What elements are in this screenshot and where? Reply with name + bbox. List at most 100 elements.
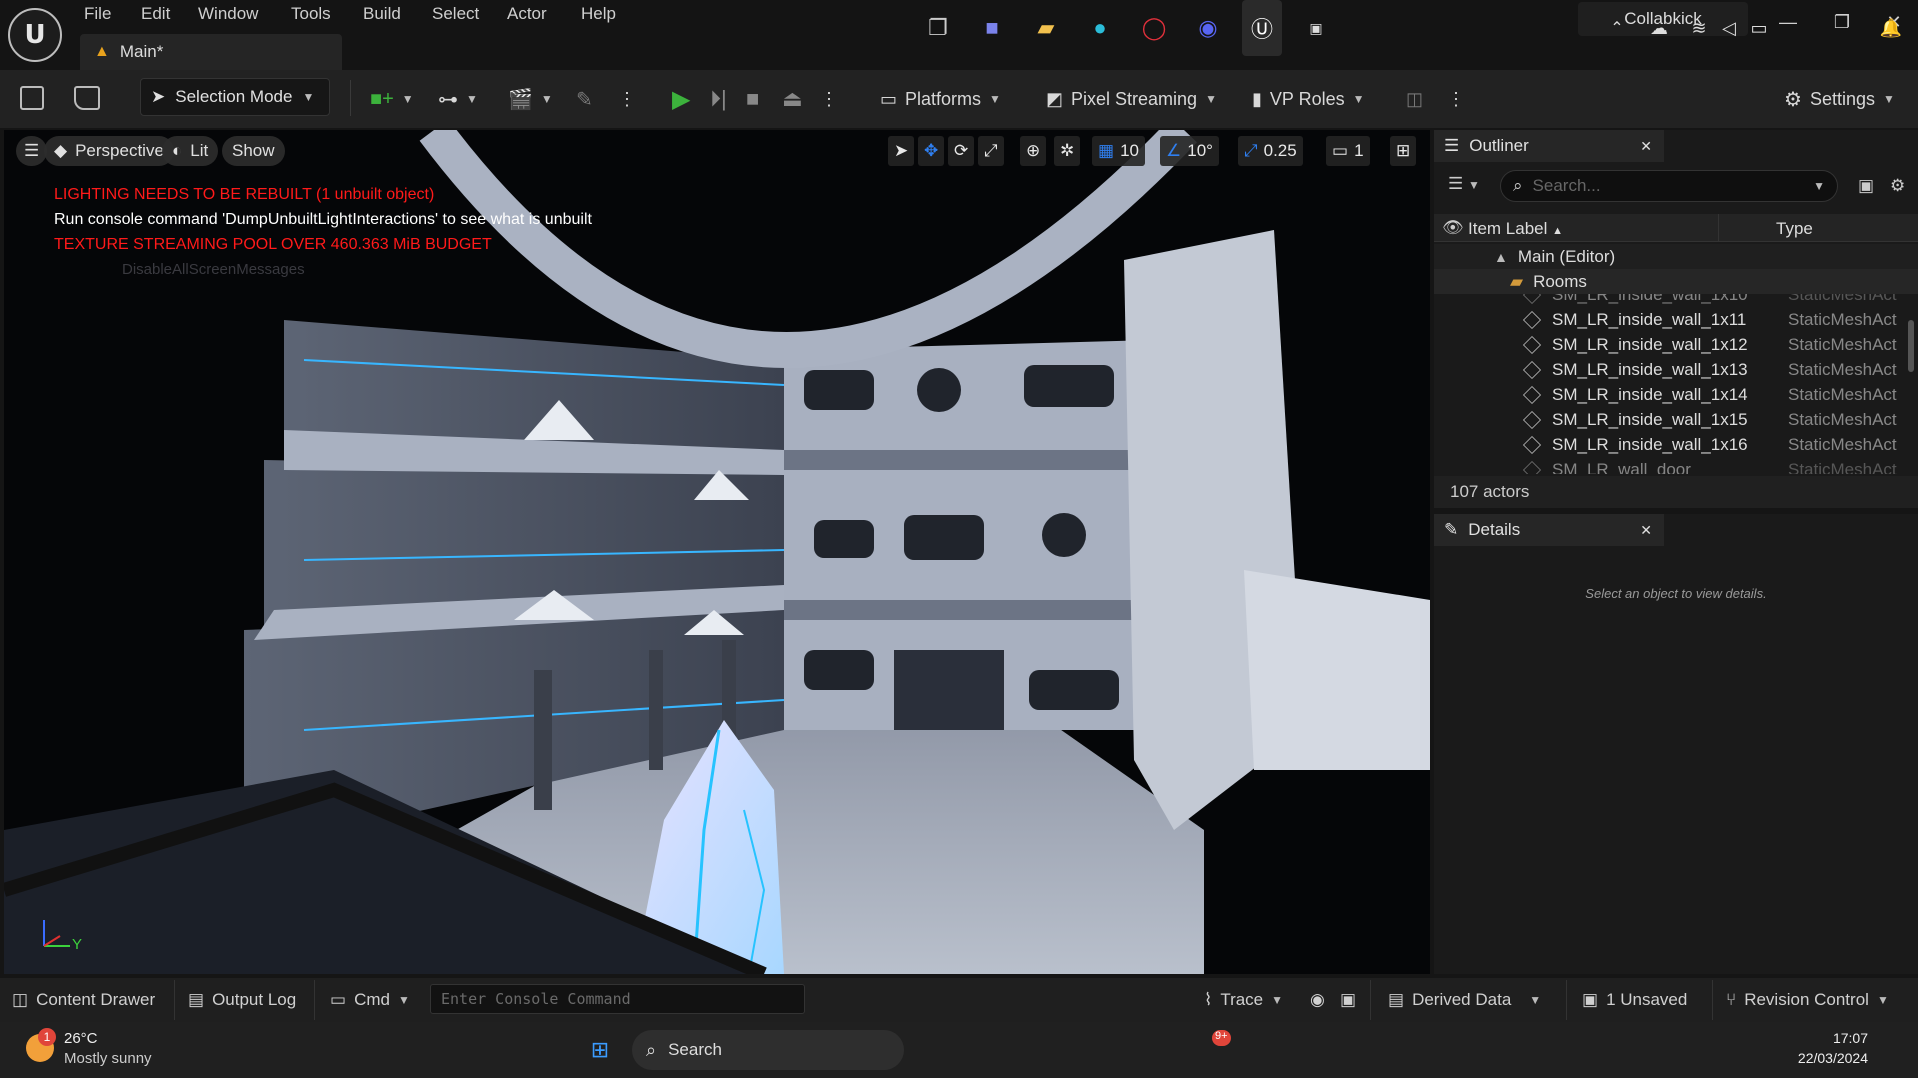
edge-icon[interactable]: ● (1080, 0, 1120, 56)
outliner-scrollbar[interactable] (1908, 320, 1914, 372)
list-item[interactable]: SM_LR_inside_wall_1x15 StaticMeshAct (1434, 407, 1904, 432)
viewport-layout-icon[interactable]: ⊞ (1390, 136, 1417, 166)
taskbar-search[interactable]: ⌕ Search (632, 1030, 904, 1070)
viewport-options-button[interactable]: ☰ (16, 136, 48, 166)
clock-time[interactable]: 17:07 (1788, 1030, 1868, 1046)
blueprint-button[interactable]: ⊶ ▼ (438, 80, 478, 118)
opera-icon[interactable]: ◯ (1134, 0, 1174, 56)
menu-tools[interactable]: Tools (291, 4, 331, 26)
output-log-button[interactable]: ▤ Output Log (188, 986, 296, 1014)
cinematics-button[interactable]: 🎬 ▼ (508, 80, 553, 118)
play-options-icon[interactable]: ⋮ (820, 80, 838, 118)
unreal-taskbar-icon[interactable]: Ⓤ (1242, 0, 1282, 56)
record-icon[interactable]: ◉ (1310, 986, 1325, 1014)
cmd-dropdown[interactable]: ▭ Cmd ▼ (330, 986, 410, 1014)
menu-actor[interactable]: Actor (507, 4, 547, 26)
screenshot-icon[interactable]: ▣ (1340, 986, 1356, 1014)
settings-dropdown[interactable]: ⚙ Settings ▼ (1784, 80, 1895, 118)
notification-bell-icon[interactable]: 🔔 (1876, 0, 1906, 56)
task-view-icon[interactable]: ❐ (918, 0, 958, 56)
close-icon[interactable]: ✕ (1640, 522, 1652, 539)
unreal-logo-icon[interactable]: U (8, 8, 62, 62)
menu-build[interactable]: Build (363, 4, 401, 26)
list-item[interactable]: SM_LR_inside_wall_1x11 StaticMeshAct (1434, 307, 1904, 332)
camera-speed-button[interactable]: ▭ 1 (1326, 136, 1370, 166)
weather-condition[interactable]: Mostly sunny (64, 1050, 152, 1067)
add-actor-button[interactable]: ■+ ▼ (370, 80, 414, 118)
clock-date[interactable]: 22/03/2024 (1786, 1050, 1868, 1066)
battery-icon[interactable]: ▭ (1744, 0, 1774, 56)
revision-control-dropdown[interactable]: ⑂ Revision Control ▼ (1726, 986, 1889, 1014)
perspective-dropdown[interactable]: ◆ Perspective (44, 136, 174, 166)
level-viewport[interactable]: ☰ ◆ Perspective ◐ Lit Show ➤ ✥ ⟳ ⤢ ⊕ ✲ ▦… (4, 130, 1430, 974)
scene-render[interactable] (4, 130, 1430, 974)
selection-mode-dropdown[interactable]: ➤ Selection Mode ▼ (140, 78, 330, 116)
menu-file[interactable]: File (84, 4, 111, 26)
save-icon[interactable] (20, 86, 44, 110)
volume-icon[interactable]: ◁ (1714, 0, 1744, 56)
content-drawer-button[interactable]: ◫ Content Drawer (12, 986, 155, 1014)
file-explorer-icon[interactable]: ▰ (1026, 0, 1066, 56)
filter-dropdown[interactable]: ☰ ▼ (1448, 174, 1480, 194)
wifi-icon[interactable]: ≋ (1684, 0, 1714, 56)
play-button[interactable]: ▶ (672, 80, 690, 118)
discord-icon[interactable]: ◉ (1188, 0, 1228, 56)
outliner-list[interactable]: SM_LR_inside_wall_1x10 StaticMeshAct SM_L… (1434, 294, 1904, 474)
browse-content-icon[interactable] (74, 86, 100, 110)
more-options-icon[interactable]: ⋮ (618, 80, 636, 118)
weather-temp[interactable]: 26°C (64, 1030, 98, 1047)
epic-games-icon[interactable]: ▣ (1296, 0, 1336, 56)
angle-snap-toggle[interactable]: ∠ 10° (1160, 136, 1219, 166)
list-item[interactable]: SM_LR_inside_wall_1x12 StaticMeshAct (1434, 332, 1904, 357)
close-icon[interactable]: ✕ (1640, 138, 1652, 155)
outliner-tab[interactable]: ☰ Outliner ✕ (1434, 130, 1664, 162)
translate-tool-icon[interactable]: ✥ (918, 136, 945, 166)
minimize-icon[interactable]: — (1768, 4, 1808, 40)
surface-snap-icon[interactable]: ✲ (1054, 136, 1081, 166)
scale-snap-toggle[interactable]: ⤢ 0.25 (1238, 136, 1303, 166)
list-item[interactable]: SM_LR_inside_wall_1x10 StaticMeshAct (1434, 294, 1904, 307)
modes-button[interactable]: ✎ (576, 80, 593, 118)
gear-icon[interactable]: ⚙ (1890, 176, 1905, 196)
lit-dropdown[interactable]: ◐ Lit (162, 136, 219, 166)
select-tool-icon[interactable]: ➤ (888, 136, 915, 166)
grid-snap-toggle[interactable]: ▦ 10 (1092, 136, 1145, 166)
pixel-streaming-dropdown[interactable]: ◩ Pixel Streaming ▼ (1046, 80, 1217, 118)
details-tab[interactable]: ✎ Details ✕ (1434, 514, 1664, 546)
restore-icon[interactable]: ❐ (1822, 4, 1862, 40)
list-item[interactable]: SM_LR_inside_wall_1x16 StaticMeshAct (1434, 432, 1904, 457)
derived-data-dropdown[interactable]: ▤ Derived Data ▼ (1388, 986, 1541, 1014)
menu-edit[interactable]: Edit (141, 4, 170, 26)
rotate-tool-icon[interactable]: ⟳ (948, 136, 975, 166)
list-item[interactable]: SM_LR_inside_wall_1x13 StaticMeshAct (1434, 357, 1904, 382)
tab-main[interactable]: ▲ Main* (80, 34, 342, 70)
menu-select[interactable]: Select (432, 4, 479, 26)
add-folder-icon[interactable]: ▣ (1858, 176, 1874, 196)
list-item[interactable]: SM_LR_inside_wall_1x14 StaticMeshAct (1434, 382, 1904, 407)
stop-button[interactable]: ■ (746, 80, 759, 118)
console-input[interactable]: Enter Console Command (430, 984, 805, 1014)
outliner-search[interactable]: ⌕ Search... ▼ (1500, 170, 1838, 202)
menu-help[interactable]: Help (581, 4, 616, 26)
visibility-icon[interactable]: 👁 (1442, 218, 1464, 238)
remote-options-icon[interactable]: ⋮ (1447, 89, 1465, 110)
show-dropdown[interactable]: Show (222, 136, 285, 166)
windows-start-icon[interactable]: ⊞ (580, 1022, 620, 1078)
item-label-column-header[interactable]: Item Label ▲ (1468, 219, 1563, 239)
list-item[interactable]: SM_LR_wall_door StaticMeshAct (1434, 457, 1904, 474)
menu-window[interactable]: Window (198, 4, 258, 26)
advance-frame-button[interactable]: ⏵| (710, 80, 727, 118)
remote-session-button[interactable]: ◫ ⋮ (1406, 80, 1465, 118)
tray-chevron-icon[interactable]: ⌃ (1604, 0, 1630, 56)
teams-icon[interactable]: ■ (972, 0, 1012, 56)
type-column-header[interactable]: Type (1776, 219, 1813, 239)
trace-dropdown[interactable]: ⌇ Trace ▼ (1204, 986, 1283, 1014)
unsaved-button[interactable]: ▣ 1 Unsaved (1582, 986, 1687, 1014)
vp-roles-dropdown[interactable]: ▮ VP Roles ▼ (1252, 80, 1365, 118)
world-space-icon[interactable]: ⊕ (1020, 136, 1047, 166)
folder-row[interactable]: ▰ Rooms (1434, 269, 1918, 294)
eject-button[interactable]: ⏏ (782, 80, 803, 118)
tree-root-row[interactable]: ▲ Main (Editor) (1434, 244, 1918, 269)
platforms-dropdown[interactable]: ▭ Platforms ▼ (880, 80, 1001, 118)
onedrive-icon[interactable]: ☁ (1644, 0, 1674, 56)
